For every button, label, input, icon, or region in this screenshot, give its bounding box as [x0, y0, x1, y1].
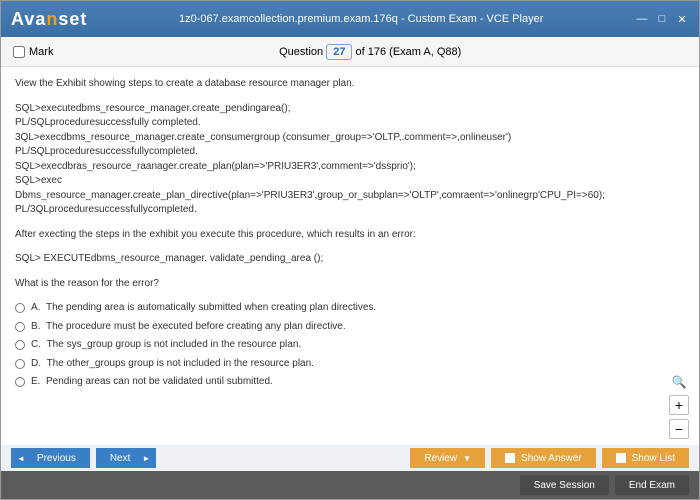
- code-line: PL/3QLproceduresuccessfullycompleted.: [15, 203, 685, 218]
- code-line: PL/SQLproceduresuccessfullycompleted.: [15, 145, 685, 160]
- next-button[interactable]: Next: [96, 448, 156, 468]
- option-label: D. The other_groups group is not include…: [31, 357, 685, 372]
- mark-label: Mark: [29, 46, 53, 58]
- end-exam-button[interactable]: End Exam: [615, 475, 689, 495]
- option-radio[interactable]: [15, 359, 25, 369]
- option-radio[interactable]: [15, 303, 25, 313]
- save-session-button[interactable]: Save Session: [520, 475, 609, 495]
- code-line: Dbms_resource_manager.create_plan_direct…: [15, 189, 685, 204]
- question-prompt: What is the reason for the error?: [15, 277, 685, 292]
- after-text: After execting the steps in the exhibit …: [15, 228, 685, 243]
- code-exhibit: SQL>executedbms_resource_manager.create_…: [15, 102, 685, 218]
- option-c[interactable]: C. The sys_group group is not included i…: [15, 338, 685, 353]
- option-b[interactable]: B. The procedure must be executed before…: [15, 320, 685, 335]
- nav-row: Previous Next Review ▼ Show Answer Show …: [1, 445, 699, 471]
- intro-text: View the Exhibit showing steps to create…: [15, 77, 685, 92]
- question-number: 27: [326, 44, 352, 60]
- show-answer-button[interactable]: Show Answer: [491, 448, 596, 468]
- code-line: 3QL>execdbms_resource_manager.create_con…: [15, 131, 685, 146]
- question-total: of 176 (Exam A, Q88): [352, 46, 461, 58]
- option-e[interactable]: E. Pending areas can not be validated un…: [15, 375, 685, 390]
- zoom-in-button[interactable]: +: [669, 395, 689, 415]
- logo-part: n: [46, 9, 58, 29]
- close-icon[interactable]: ✕: [675, 12, 689, 26]
- option-radio[interactable]: [15, 377, 25, 387]
- option-label: B. The procedure must be executed before…: [31, 320, 685, 335]
- magnify-icon[interactable]: 🔍: [669, 375, 689, 389]
- zoom-controls: 🔍 + −: [669, 375, 689, 439]
- option-a[interactable]: A. The pending area is automatically sub…: [15, 301, 685, 316]
- app-logo: Avanset: [11, 9, 87, 30]
- question-word: Question: [279, 46, 323, 58]
- code-line: SQL>execdbras_resource_raanager.create_p…: [15, 160, 685, 175]
- option-label: C. The sys_group group is not included i…: [31, 338, 685, 353]
- checkbox-icon: [505, 453, 515, 463]
- session-row: Save Session End Exam: [1, 471, 699, 499]
- mark-question[interactable]: Mark: [13, 46, 53, 58]
- option-d[interactable]: D. The other_groups group is not include…: [15, 357, 685, 372]
- question-content: View the Exhibit showing steps to create…: [1, 67, 699, 437]
- question-header: Mark Question 27 of 176 (Exam A, Q88): [1, 37, 699, 67]
- logo-part: set: [58, 9, 87, 29]
- option-label: E. Pending areas can not be validated un…: [31, 375, 685, 390]
- show-list-button[interactable]: Show List: [602, 448, 689, 468]
- option-radio[interactable]: [15, 322, 25, 332]
- review-button[interactable]: Review ▼: [410, 448, 485, 468]
- answer-options: A. The pending area is automatically sub…: [15, 301, 685, 390]
- code-line: SQL>exec: [15, 174, 685, 189]
- maximize-icon[interactable]: □: [655, 12, 669, 26]
- window-controls: — □ ✕: [635, 12, 689, 26]
- zoom-out-button[interactable]: −: [669, 419, 689, 439]
- checkbox-icon: [616, 453, 626, 463]
- option-radio[interactable]: [15, 340, 25, 350]
- bottom-toolbar: Previous Next Review ▼ Show Answer Show …: [1, 445, 699, 499]
- window-title: 1z0-067.examcollection.premium.exam.176q…: [87, 13, 635, 25]
- dropdown-icon: ▼: [463, 454, 471, 463]
- previous-button[interactable]: Previous: [11, 448, 90, 468]
- mark-checkbox[interactable]: [13, 46, 25, 58]
- option-label: A. The pending area is automatically sub…: [31, 301, 685, 316]
- question-counter: Question 27 of 176 (Exam A, Q88): [53, 46, 687, 58]
- logo-part: Ava: [11, 9, 46, 29]
- code-line: PL/SQLproceduresuccessfully completed.: [15, 116, 685, 131]
- exec-line: SQL> EXECUTEdbms_resource_manager. valid…: [15, 252, 685, 267]
- minimize-icon[interactable]: —: [635, 12, 649, 26]
- code-line: SQL>executedbms_resource_manager.create_…: [15, 102, 685, 117]
- title-bar: Avanset 1z0-067.examcollection.premium.e…: [1, 1, 699, 37]
